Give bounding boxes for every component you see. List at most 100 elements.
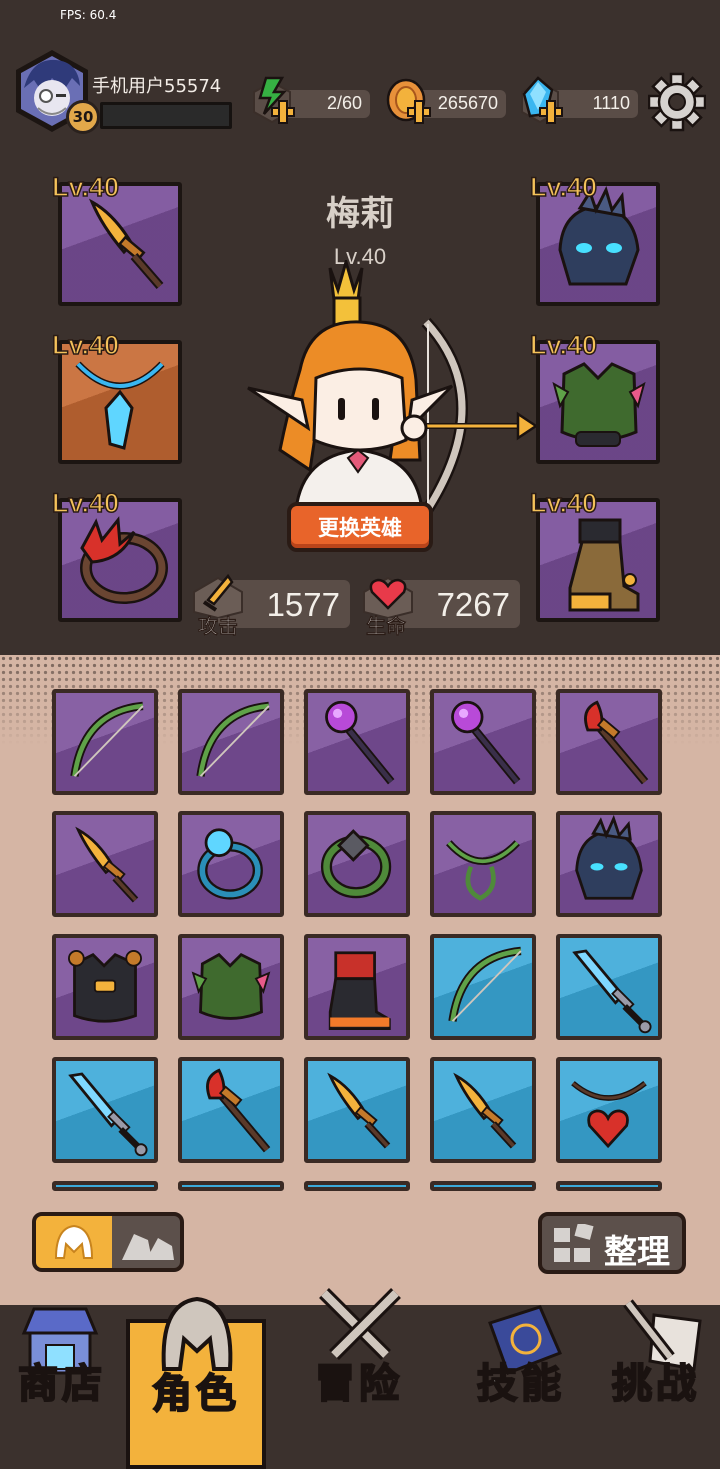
- weapon-level: Lv.40: [51, 171, 120, 203]
- inventory-item-vine-bow[interactable]: [52, 689, 158, 795]
- inventory-item-vine-bow[interactable]: [430, 934, 536, 1040]
- coin-add-button[interactable]: [384, 74, 432, 126]
- nav-adventure-label: 冒险: [314, 1360, 403, 1408]
- hero-portrait: [230, 256, 550, 520]
- sort-button[interactable]: 整理: [538, 1212, 686, 1274]
- thorn-armor-icon: [191, 952, 271, 1020]
- inventory-item-ice-sword[interactable]: [556, 934, 662, 1040]
- inventory-item-heart-necklace[interactable]: [556, 1057, 662, 1163]
- flame-staff-icon: [584, 700, 649, 785]
- gem-add-button[interactable]: [516, 74, 564, 126]
- dark-helmet-icon: [558, 186, 640, 286]
- gear-icon: [647, 72, 707, 132]
- necklace-level: Lv.40: [51, 329, 120, 361]
- inventory-item-partial[interactable]: [556, 1181, 662, 1191]
- coin-icon: [386, 78, 431, 124]
- golden-sword-icon: [75, 826, 139, 903]
- frost-ring-icon: [197, 828, 263, 900]
- vine-necklace-icon: [446, 840, 520, 901]
- orb-staff-icon: [451, 700, 521, 785]
- grid-sort-icon: [554, 1224, 594, 1262]
- vine-ring-icon: [320, 829, 392, 899]
- hp-value: 7267: [436, 586, 510, 623]
- player-name: 手机用户55574: [92, 76, 222, 97]
- vine-bow-icon: [448, 946, 522, 1022]
- attack-value: 1577: [266, 586, 340, 623]
- iron-boots-icon: [568, 518, 640, 612]
- gem-icon: [521, 76, 563, 124]
- dark-armor-icon: [68, 950, 142, 1023]
- demon-ring-icon: [80, 516, 168, 604]
- attack-label: 攻击: [198, 614, 239, 639]
- settings-button[interactable]: [647, 72, 707, 132]
- filter-materials-tab[interactable]: [112, 1216, 180, 1268]
- dark-helmet-icon: [575, 815, 643, 900]
- inventory-item-red-boots[interactable]: [304, 934, 410, 1040]
- nav-shop-label: 商店: [17, 1360, 106, 1408]
- hp-label: 生命: [366, 614, 407, 639]
- thorn-armor-icon: [552, 362, 646, 447]
- vine-bow-icon: [196, 701, 270, 777]
- helmet-icon: [54, 1224, 94, 1259]
- inventory-item-frost-ring[interactable]: [178, 811, 284, 917]
- equipment-filter-toggle[interactable]: [32, 1212, 184, 1272]
- heart-necklace-icon: [571, 1080, 647, 1149]
- flame-staff-icon: [206, 1068, 271, 1153]
- bottom-nav: 商店 角色 冒险 技能 挑战: [0, 1288, 720, 1469]
- nav-adventure[interactable]: 冒险: [266, 1288, 452, 1469]
- inventory-item-orb-staff[interactable]: [304, 689, 410, 795]
- golden-sword-icon: [88, 198, 164, 289]
- helmet-level: Lv.40: [529, 171, 598, 203]
- nav-skills-label: 技能: [476, 1360, 565, 1408]
- inventory-item-golden-sword[interactable]: [304, 1057, 410, 1163]
- nav-hero-label: 角色: [151, 1370, 240, 1418]
- elf-archer-icon: [247, 256, 539, 516]
- lightning-icon: [253, 76, 295, 124]
- inventory-item-partial[interactable]: [430, 1181, 536, 1191]
- fps-counter: FPS: 60.4: [60, 8, 117, 22]
- hero-panel: FPS: 60.4 30 手机用户55574 2/60 265670 1110 …: [0, 0, 720, 655]
- armor-level: Lv.40: [529, 329, 598, 361]
- nav-hero[interactable]: 角色: [126, 1296, 266, 1469]
- energy-value: 2/60: [326, 93, 362, 113]
- red-boots-icon: [328, 951, 391, 1030]
- sort-label: 整理: [604, 1232, 670, 1271]
- xp-bar: [100, 102, 232, 129]
- inventory-item-thorn-armor[interactable]: [178, 934, 284, 1040]
- inventory-item-vine-bow[interactable]: [178, 689, 284, 795]
- ring-level: Lv.40: [51, 487, 120, 519]
- boots-level: Lv.40: [529, 487, 598, 519]
- golden-sword-icon: [453, 1072, 517, 1149]
- inventory-item-dark-armor[interactable]: [52, 934, 158, 1040]
- inventory-item-partial[interactable]: [178, 1181, 284, 1191]
- change-hero-button[interactable]: 更换英雄: [287, 502, 433, 552]
- inventory-item-golden-sword[interactable]: [430, 1057, 536, 1163]
- inventory-item-partial[interactable]: [304, 1181, 410, 1191]
- inventory-item-dark-helmet[interactable]: [556, 811, 662, 917]
- inventory-item-flame-staff[interactable]: [178, 1057, 284, 1163]
- ice-sword-icon: [572, 949, 652, 1034]
- ice-sword-icon: [68, 1072, 148, 1157]
- inventory-item-vine-ring[interactable]: [304, 811, 410, 917]
- filter-equipment-tab[interactable]: [36, 1216, 112, 1268]
- golden-sword-icon: [327, 1072, 391, 1149]
- inventory-item-ice-sword[interactable]: [52, 1057, 158, 1163]
- inventory-item-orb-staff[interactable]: [430, 689, 536, 795]
- crystal-necklace-icon: [75, 361, 165, 450]
- stones-icon: [122, 1234, 174, 1260]
- energy-add-button[interactable]: [248, 74, 296, 126]
- coin-value: 265670: [437, 93, 498, 113]
- nav-skills[interactable]: 技能: [452, 1305, 590, 1469]
- inventory-item-vine-necklace[interactable]: [430, 811, 536, 917]
- nav-challenge[interactable]: 挑战: [592, 1299, 720, 1469]
- player-level-badge: 30: [66, 100, 100, 134]
- inventory-item-golden-sword[interactable]: [52, 811, 158, 917]
- vine-bow-icon: [70, 701, 144, 777]
- nav-challenge-label: 挑战: [611, 1360, 700, 1408]
- inventory-panel: [0, 655, 720, 1305]
- orb-staff-icon: [325, 700, 395, 785]
- nav-shop[interactable]: 商店: [0, 1305, 124, 1469]
- gem-value: 1110: [592, 93, 630, 113]
- inventory-item-flame-staff[interactable]: [556, 689, 662, 795]
- inventory-item-partial[interactable]: [52, 1181, 158, 1191]
